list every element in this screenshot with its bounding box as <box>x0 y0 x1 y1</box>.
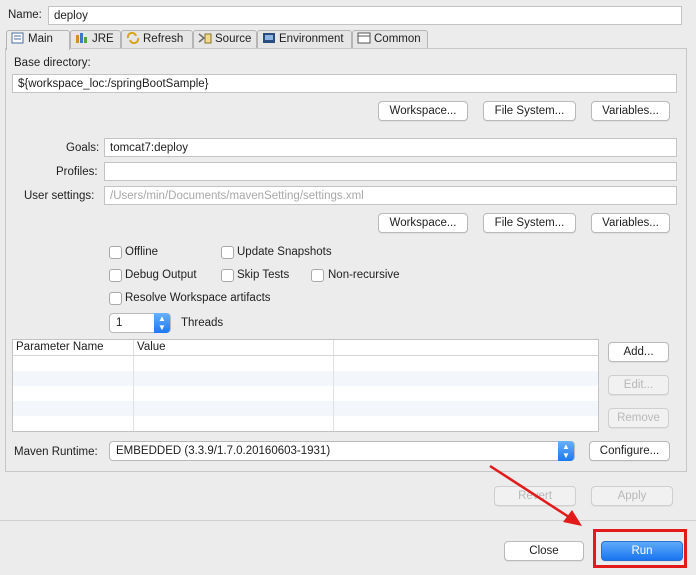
offline-checkbox[interactable] <box>109 246 122 259</box>
source-icon <box>198 32 212 44</box>
base-variables-button[interactable]: Variables... <box>591 101 670 121</box>
tab-source-label: Source <box>215 33 252 45</box>
close-button[interactable]: Close <box>504 541 584 561</box>
profiles-input[interactable] <box>104 162 677 181</box>
goals-label: Goals: <box>66 142 100 154</box>
base-workspace-button[interactable]: Workspace... <box>378 101 468 121</box>
column-header-filler <box>334 340 598 356</box>
update-snapshots-checkbox[interactable] <box>221 246 234 259</box>
user-settings-input[interactable]: /Users/min/Documents/mavenSetting/settin… <box>104 186 677 205</box>
column-divider <box>133 340 134 431</box>
column-divider <box>333 340 334 431</box>
column-header-value[interactable]: Value <box>134 340 334 356</box>
table-row <box>13 401 598 416</box>
remove-parameter-button[interactable]: Remove <box>608 408 669 428</box>
run-button[interactable]: Run <box>601 541 683 561</box>
configure-runtime-button[interactable]: Configure... <box>589 441 670 461</box>
resolve-workspace-checkbox[interactable] <box>109 292 122 305</box>
revert-button[interactable]: Revert <box>494 486 576 506</box>
name-input[interactable]: deploy <box>48 6 682 25</box>
non-recursive-checkbox[interactable] <box>311 269 324 282</box>
environment-icon <box>262 32 276 44</box>
threads-value: 1 <box>116 317 123 329</box>
footer-divider <box>0 520 696 521</box>
non-recursive-label: Non-recursive <box>328 269 400 281</box>
chevron-updown-icon[interactable]: ▲ ▼ <box>558 441 574 461</box>
tab-common[interactable]: Common <box>352 30 428 49</box>
tab-main[interactable]: Main <box>6 30 70 50</box>
tab-jre-label: JRE <box>92 33 114 45</box>
threads-label: Threads <box>181 317 224 329</box>
name-label: Name: <box>8 9 42 21</box>
add-parameter-button[interactable]: Add... <box>608 342 669 362</box>
maven-runtime-select[interactable]: EMBEDDED (3.3.9/1.7.0.20160603-1931) ▲ ▼ <box>109 441 575 461</box>
skip-tests-label: Skip Tests <box>237 269 290 281</box>
resolve-workspace-label: Resolve Workspace artifacts <box>125 292 271 304</box>
threads-select[interactable]: 1 ▲ ▼ <box>109 313 171 333</box>
base-directory-input[interactable]: ${workspace_loc:/springBootSample} <box>12 74 677 93</box>
settings-workspace-button[interactable]: Workspace... <box>378 213 468 233</box>
offline-label: Offline <box>125 246 159 258</box>
skip-tests-checkbox[interactable] <box>221 269 234 282</box>
base-directory-label: Base directory: <box>14 57 91 69</box>
profiles-label: Profiles: <box>56 166 98 178</box>
threads-stepper-icon[interactable]: ▲ ▼ <box>154 313 170 333</box>
base-file-system-button[interactable]: File System... <box>483 101 576 121</box>
tab-common-label: Common <box>374 33 421 45</box>
table-row <box>13 371 598 386</box>
table-row <box>13 356 598 371</box>
tab-source[interactable]: Source <box>193 30 257 49</box>
user-settings-label: User settings: <box>24 190 95 202</box>
jre-icon <box>75 32 89 44</box>
tab-environment-label: Environment <box>279 33 344 45</box>
apply-button[interactable]: Apply <box>591 486 673 506</box>
settings-file-system-button[interactable]: File System... <box>483 213 576 233</box>
settings-variables-button[interactable]: Variables... <box>591 213 670 233</box>
tab-environment[interactable]: Environment <box>257 30 352 49</box>
common-icon <box>357 32 371 44</box>
update-snapshots-label: Update Snapshots <box>237 246 332 258</box>
tab-refresh[interactable]: Refresh <box>121 30 193 49</box>
tab-refresh-label: Refresh <box>143 33 184 45</box>
table-row <box>13 416 598 431</box>
debug-output-checkbox[interactable] <box>109 269 122 282</box>
maven-runtime-label: Maven Runtime: <box>14 446 98 458</box>
goals-input[interactable]: tomcat7:deploy <box>104 138 677 157</box>
refresh-icon <box>126 31 140 45</box>
edit-parameter-button[interactable]: Edit... <box>608 375 669 395</box>
table-row <box>13 386 598 401</box>
tab-main-label: Main <box>28 33 53 45</box>
parameter-table[interactable]: Parameter Name Value <box>12 339 599 432</box>
column-header-parameter-name[interactable]: Parameter Name <box>13 340 134 356</box>
main-tab-icon <box>11 32 25 44</box>
maven-runtime-value: EMBEDDED (3.3.9/1.7.0.20160603-1931) <box>116 445 331 457</box>
debug-output-label: Debug Output <box>125 269 197 281</box>
tab-jre[interactable]: JRE <box>70 30 121 49</box>
